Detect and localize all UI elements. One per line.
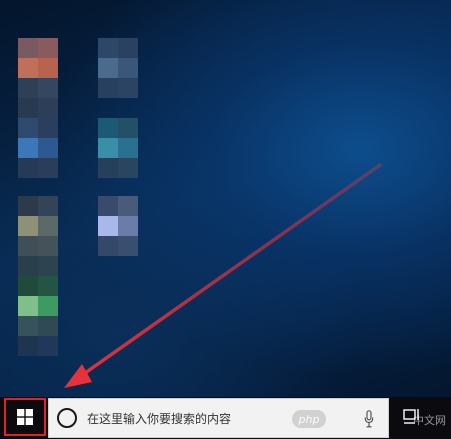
desktop-icon-pixel[interactable] — [98, 158, 118, 178]
desktop-icon-pixel[interactable] — [118, 196, 138, 216]
desktop-icon-pixel[interactable] — [118, 118, 138, 138]
desktop-icon-pixel[interactable] — [18, 58, 38, 78]
desktop-icon-pixel[interactable] — [18, 296, 38, 316]
watermark-logo: php — [292, 410, 326, 428]
desktop-icon-pixel[interactable] — [18, 276, 38, 296]
desktop-icon-pixel[interactable] — [98, 58, 118, 78]
desktop-icon-pixel[interactable] — [18, 256, 38, 276]
cortana-circle-icon — [57, 408, 77, 428]
desktop-icon-pixel[interactable] — [118, 236, 138, 256]
desktop-icon-pixel[interactable] — [98, 196, 118, 216]
desktop-icon-pixel[interactable] — [38, 256, 58, 276]
desktop-icon-pixel[interactable] — [38, 98, 58, 118]
desktop-icon-pixel[interactable] — [98, 38, 118, 58]
desktop-icon-pixel[interactable] — [18, 216, 38, 236]
desktop: 在这里输入你要搜索的内容 php 中文网 — [0, 0, 451, 439]
desktop-icon-pixel[interactable] — [38, 316, 58, 336]
desktop-icon-pixel[interactable] — [118, 58, 138, 78]
desktop-icon-pixel[interactable] — [38, 196, 58, 216]
desktop-icon-pixel[interactable] — [118, 138, 138, 158]
desktop-icon-pixel[interactable] — [38, 58, 58, 78]
annotation-arrow — [64, 163, 382, 388]
desktop-icon-pixel[interactable] — [118, 78, 138, 98]
desktop-icon-pixel[interactable] — [38, 336, 58, 356]
desktop-icon-pixel[interactable] — [18, 38, 38, 58]
desktop-icon-pixel[interactable] — [98, 118, 118, 138]
desktop-icon-pixel[interactable] — [38, 296, 58, 316]
watermark-logo-text: php — [298, 412, 320, 426]
search-placeholder: 在这里输入你要搜索的内容 — [87, 411, 232, 426]
desktop-icon-pixel[interactable] — [98, 138, 118, 158]
desktop-icon-pixel[interactable] — [38, 78, 58, 98]
desktop-icon-pixel[interactable] — [18, 336, 38, 356]
desktop-icon-pixel[interactable] — [98, 236, 118, 256]
desktop-icon-pixel[interactable] — [18, 98, 38, 118]
desktop-icon-pixel[interactable] — [98, 216, 118, 236]
desktop-icon-pixel[interactable] — [38, 216, 58, 236]
desktop-icon-pixel[interactable] — [38, 38, 58, 58]
desktop-icon-pixel[interactable] — [38, 236, 58, 256]
taskbar: 在这里输入你要搜索的内容 php 中文网 — [0, 397, 451, 439]
start-button[interactable] — [4, 398, 46, 436]
desktop-icon-pixel[interactable] — [118, 216, 138, 236]
desktop-icon-pixel[interactable] — [38, 118, 58, 138]
desktop-icon-pixel[interactable] — [38, 158, 58, 178]
microphone-icon[interactable] — [364, 410, 374, 428]
desktop-icon-pixel[interactable] — [18, 236, 38, 256]
desktop-icon-pixel[interactable] — [18, 78, 38, 98]
task-view-icon[interactable] — [402, 407, 424, 427]
desktop-icon-pixel[interactable] — [18, 316, 38, 336]
desktop-icon-pixel[interactable] — [98, 78, 118, 98]
desktop-icon-pixel[interactable] — [18, 196, 38, 216]
desktop-icon-pixel[interactable] — [38, 138, 58, 158]
desktop-icon-pixel[interactable] — [18, 138, 38, 158]
desktop-icon-pixel[interactable] — [118, 38, 138, 58]
search-box[interactable]: 在这里输入你要搜索的内容 php 中文网 — [48, 398, 446, 438]
windows-logo-icon — [17, 409, 33, 425]
desktop-icon-pixel[interactable] — [18, 158, 38, 178]
desktop-icon-pixel[interactable] — [18, 118, 38, 138]
desktop-icon-pixel[interactable] — [118, 158, 138, 178]
desktop-icon-pixel[interactable] — [38, 276, 58, 296]
